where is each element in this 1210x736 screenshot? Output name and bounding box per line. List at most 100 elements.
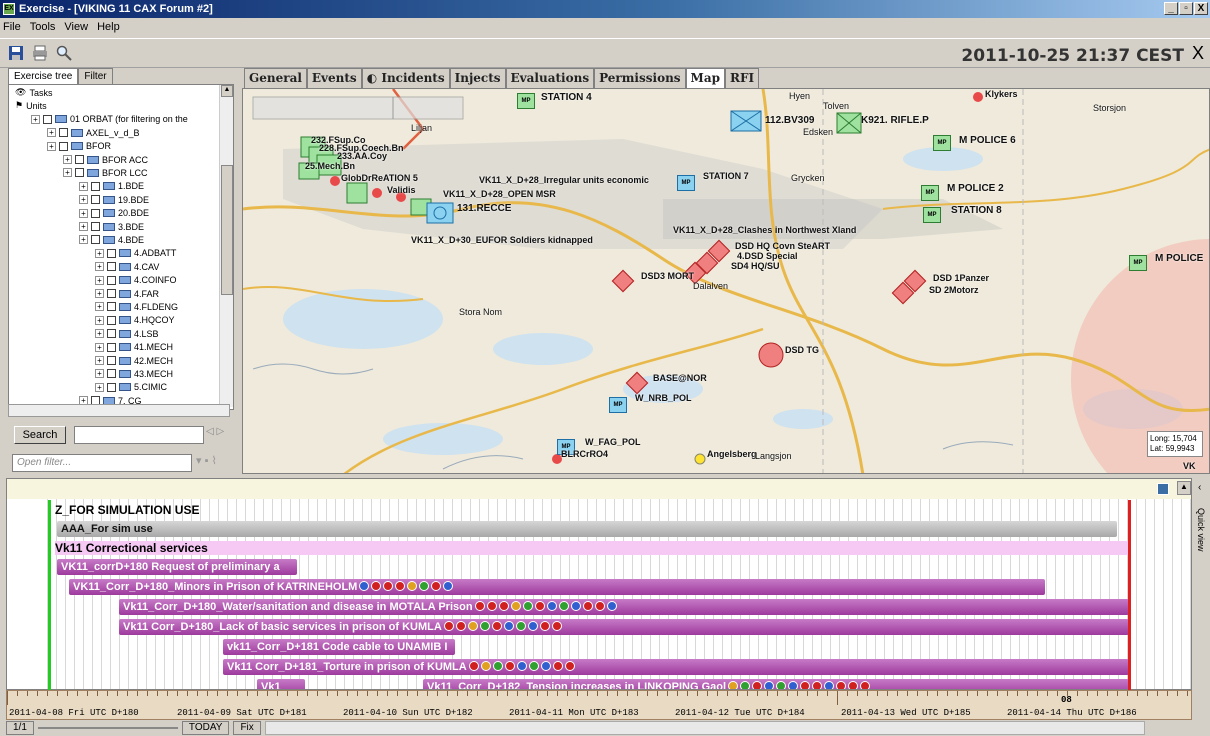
map-label[interactable]: 233.AA.Coy: [337, 151, 387, 161]
tree-item[interactable]: +4.HQCOY: [95, 314, 175, 327]
gantt-bar[interactable]: VK11_Corr_D+180_Minors in Prison of KATR…: [69, 579, 1045, 595]
today-button[interactable]: TODAY: [181, 721, 230, 735]
map-label[interactable]: STATION 8: [951, 205, 1002, 216]
tree-checkbox[interactable]: [107, 329, 116, 339]
map-label[interactable]: Validis: [387, 185, 416, 195]
tree-item[interactable]: + BFOR LCC: [63, 166, 148, 179]
map-label[interactable]: W_FAG_POL: [585, 437, 641, 447]
tree-checkbox[interactable]: [107, 342, 116, 352]
map-label[interactable]: GlobDrReATION 5: [341, 173, 418, 183]
map-label[interactable]: 112.BV309: [765, 115, 815, 126]
map-label[interactable]: M POLICE 2: [947, 183, 1004, 194]
mp-station-8[interactable]: MP: [923, 207, 941, 223]
menu-view[interactable]: View: [64, 21, 88, 33]
tree-checkbox[interactable]: [91, 235, 100, 245]
collapse-icon[interactable]: ‹: [1198, 482, 1201, 493]
menu-file[interactable]: File: [3, 21, 21, 33]
tree-item[interactable]: ⚑ Units: [15, 99, 47, 112]
tree-horizontal-scrollbar[interactable]: [8, 404, 230, 417]
restore-button[interactable]: ▫: [1179, 2, 1193, 15]
expand-icon[interactable]: +: [95, 248, 104, 258]
tree-item[interactable]: + BFOR ACC: [63, 153, 148, 166]
tree-item[interactable]: +5.CIMIC: [95, 381, 167, 394]
minimize-button[interactable]: _: [1164, 2, 1178, 15]
tab-filter[interactable]: Filter: [78, 68, 113, 85]
gantt-zoom-icon[interactable]: [1157, 483, 1169, 495]
search-nav-arrows[interactable]: ◁ ▷: [206, 426, 232, 444]
map-label[interactable]: M POLICE: [1155, 253, 1203, 264]
menu-tools[interactable]: Tools: [30, 21, 56, 33]
expand-icon[interactable]: +: [63, 168, 72, 178]
gantt-bar[interactable]: VK11_corrD+180 Request of preliminary a: [57, 559, 297, 575]
map-label[interactable]: STATION 4: [541, 92, 592, 103]
map-label[interactable]: DSD HQ Covn SteART: [735, 241, 830, 251]
tree-vertical-scrollbar[interactable]: ▲: [219, 85, 233, 407]
tree-checkbox[interactable]: [75, 168, 84, 178]
map-incident-label[interactable]: VK11_X_D+28_Clashes in Northwest Xland: [673, 225, 856, 235]
tab-evaluations[interactable]: Evaluations: [505, 68, 595, 88]
gantt-scroll-up[interactable]: ▲: [1177, 481, 1191, 495]
tree-checkbox[interactable]: [43, 114, 52, 124]
map-label[interactable]: VK: [1183, 461, 1196, 471]
map-label[interactable]: SD4 HQ/SU: [731, 261, 780, 271]
gantt-bar[interactable]: vk11_Corr_D+181 Code cable to UNAMIB I: [223, 639, 455, 655]
tab-rfi[interactable]: RFI: [725, 68, 760, 88]
mp-station-7[interactable]: MP: [677, 175, 695, 191]
expand-icon[interactable]: +: [63, 155, 72, 164]
tree-item[interactable]: +4.COINFO: [95, 274, 177, 287]
mp-police-2[interactable]: MP: [921, 185, 939, 201]
map-label[interactable]: STATION 7: [703, 171, 749, 181]
tree-checkbox[interactable]: [107, 369, 116, 379]
map-label[interactable]: BASE@NOR: [653, 373, 707, 383]
tree-checkbox[interactable]: [107, 248, 116, 258]
gantt-bar[interactable]: Vk1: [257, 679, 305, 689]
tree-checkbox[interactable]: [91, 222, 100, 231]
tab-injects[interactable]: Injects: [449, 68, 506, 88]
fix-button[interactable]: Fix: [233, 721, 261, 735]
map-incident-label[interactable]: VK11_X_D+30_EUFOR Soldiers kidnapped: [411, 235, 593, 245]
tree-checkbox[interactable]: [91, 195, 100, 205]
expand-icon[interactable]: +: [95, 369, 104, 379]
expand-icon[interactable]: +: [95, 262, 104, 272]
tree-item[interactable]: +42.MECH: [95, 354, 173, 367]
page-select[interactable]: 1/1: [6, 721, 34, 735]
mp-police-east[interactable]: MP: [1129, 255, 1147, 271]
map-label[interactable]: K921. RIFLE.P: [861, 115, 929, 126]
tree-item[interactable]: +4.ADBATT: [95, 247, 176, 260]
gantt-bar[interactable]: Vk11_Corr_D+180_Water/sanitation and dis…: [119, 599, 1129, 615]
expand-icon[interactable]: +: [79, 235, 88, 245]
tree-item[interactable]: +43.MECH: [95, 367, 173, 380]
expand-icon[interactable]: +: [79, 195, 88, 205]
map-label[interactable]: M POLICE 6: [959, 135, 1016, 146]
tree-item[interactable]: +1.BDE: [79, 180, 144, 193]
map-label[interactable]: DSD3 MORT: [641, 271, 694, 281]
tree-checkbox[interactable]: [59, 128, 68, 138]
map-label[interactable]: 131.RECCE: [457, 203, 511, 214]
close-view-button[interactable]: X: [1192, 43, 1204, 64]
tree-checkbox[interactable]: [107, 289, 116, 298]
map-label[interactable]: W_NRB_POL: [635, 393, 692, 403]
tree-checkbox[interactable]: [91, 208, 100, 218]
gantt-bar[interactable]: AAA_For sim use: [57, 521, 1117, 537]
tree-item[interactable]: +19.BDE: [79, 193, 149, 206]
map-view[interactable]: MP STATION 4 Hyen Tolven Klykers Storsjo…: [242, 88, 1210, 474]
expand-icon[interactable]: +: [95, 315, 104, 325]
gantt-bar[interactable]: Vk11 Corr_D+180_Lack of basic services i…: [119, 619, 1129, 635]
tree-item[interactable]: +41.MECH: [95, 341, 173, 354]
map-label[interactable]: Angelsberg: [707, 449, 757, 459]
expand-icon[interactable]: +: [79, 222, 88, 231]
tree-checkbox[interactable]: [107, 356, 116, 365]
tree-checkbox[interactable]: [59, 141, 68, 151]
expand-icon[interactable]: +: [95, 329, 104, 339]
tree-item[interactable]: + BFOR: [47, 140, 111, 153]
search-button[interactable]: Search: [14, 426, 66, 444]
mp-nrb-pol[interactable]: MP: [609, 397, 627, 413]
tab-permissions[interactable]: Permissions: [594, 68, 686, 88]
map-label[interactable]: SD 2Motorz: [929, 285, 979, 295]
tree-item[interactable]: +20.BDE: [79, 207, 149, 220]
tree-checkbox[interactable]: [107, 275, 116, 285]
map-label[interactable]: 25.Mech.Bn: [305, 161, 355, 171]
zoom-icon[interactable]: [56, 45, 72, 61]
map-label[interactable]: 4.DSD Special: [737, 251, 798, 261]
expand-icon[interactable]: +: [47, 141, 56, 151]
